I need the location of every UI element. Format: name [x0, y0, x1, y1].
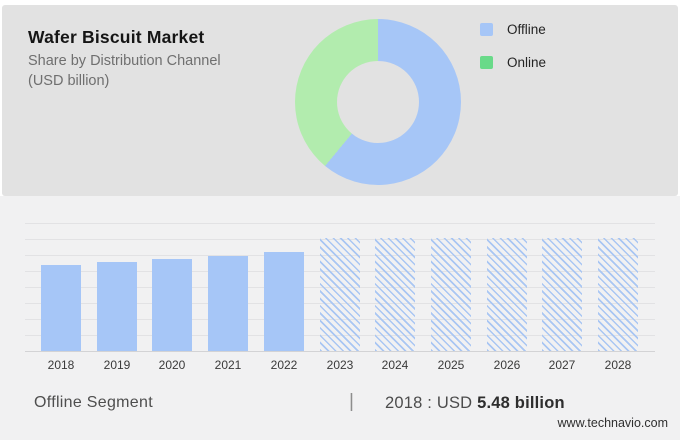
- legend-label-offline: Offline: [507, 22, 546, 37]
- bar-2028-forecast: [598, 238, 638, 351]
- market-value-amount: 5.48 billion: [477, 394, 565, 412]
- x-axis-label-2025: 2025: [423, 358, 479, 372]
- bar-2023-forecast: [320, 238, 360, 351]
- legend: Offline Online: [480, 23, 546, 89]
- bar-chart: [25, 223, 655, 351]
- subtitle-line-1: Share by Distribution Channel: [28, 51, 221, 71]
- x-axis-label-2026: 2026: [479, 358, 535, 372]
- legend-item-online: Online: [480, 56, 546, 69]
- market-summary-panel: Wafer Biscuit Market Share by Distributi…: [2, 5, 678, 196]
- bar-2018: [41, 265, 81, 351]
- bars-layer: [25, 223, 655, 351]
- legend-label-online: Online: [507, 55, 546, 70]
- page-title: Wafer Biscuit Market: [28, 27, 204, 48]
- page-subtitle: Share by Distribution Channel (USD billi…: [28, 51, 221, 91]
- x-axis-label-2020: 2020: [144, 358, 200, 372]
- bar-2027-forecast: [542, 238, 582, 351]
- donut-hole: [337, 61, 419, 143]
- x-axis-label-2027: 2027: [534, 358, 590, 372]
- x-axis-line: [25, 351, 655, 352]
- x-axis-label-2021: 2021: [200, 358, 256, 372]
- bar-2022: [264, 252, 304, 351]
- x-axis-label-2023: 2023: [312, 358, 368, 372]
- subtitle-line-2: (USD billion): [28, 71, 221, 91]
- legend-item-offline: Offline: [480, 23, 546, 36]
- offline-swatch-icon: [480, 23, 493, 36]
- footer-divider: |: [349, 391, 354, 413]
- x-axis-label-2024: 2024: [367, 358, 423, 372]
- bar-2024-forecast: [375, 238, 415, 351]
- market-value: 2018 : USD 5.48 billion: [385, 394, 565, 413]
- bar-2020: [152, 259, 192, 351]
- market-value-prefix: 2018 : USD: [385, 394, 472, 412]
- website-url: www.technavio.com: [558, 416, 668, 430]
- online-swatch-icon: [480, 56, 493, 69]
- x-axis-label-2022: 2022: [256, 358, 312, 372]
- x-axis-label-2018: 2018: [33, 358, 89, 372]
- x-axis-label-2028: 2028: [590, 358, 646, 372]
- bar-2025-forecast: [431, 238, 471, 351]
- segment-label: Offline Segment: [34, 394, 153, 412]
- x-axis-label-2019: 2019: [89, 358, 145, 372]
- bar-2021: [208, 256, 248, 351]
- x-axis-labels: 2018201920202021202220232024202520262027…: [25, 358, 655, 374]
- bar-2019: [97, 262, 137, 351]
- bar-2026-forecast: [487, 238, 527, 351]
- donut-chart: [295, 19, 461, 185]
